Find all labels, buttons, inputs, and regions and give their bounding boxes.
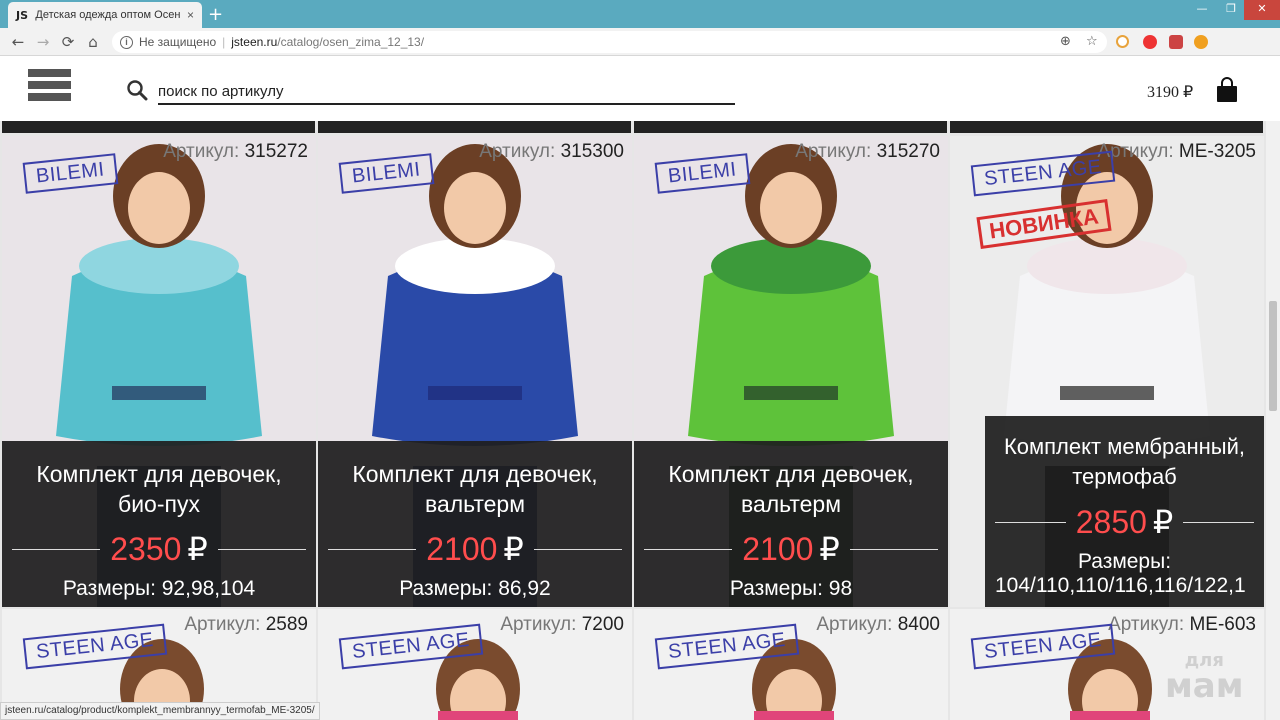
reload-button[interactable]: ⟳ bbox=[58, 32, 78, 52]
prev-card-edge bbox=[2, 121, 315, 133]
product-info-overlay: Комплект для девочек, вальтерм 2100 ₽ Разм… bbox=[318, 441, 632, 607]
product-card[interactable]: Артикул: 315300 BILEMI Комплект для дево… bbox=[318, 136, 632, 607]
product-sku: Артикул: ME-3205 bbox=[1097, 141, 1256, 162]
scrollbar-thumb[interactable] bbox=[1269, 301, 1277, 411]
product-sku: Артикул: 7200 bbox=[500, 614, 624, 635]
prev-card-edge bbox=[634, 121, 947, 133]
extension-icon[interactable] bbox=[1194, 35, 1208, 49]
product-sku: Артикул: 315270 bbox=[795, 141, 940, 162]
prev-card-edge bbox=[950, 121, 1263, 133]
product-name: Комплект для девочек, вальтерм bbox=[668, 461, 914, 517]
window-close-button[interactable]: ✕ bbox=[1244, 0, 1280, 20]
product-price: 2100 ₽ bbox=[742, 531, 840, 567]
url-host: jsteen.ru bbox=[231, 35, 278, 49]
product-sizes: Размеры: 104/110,110/116,116/122,1 bbox=[995, 550, 1246, 597]
prev-card-edge bbox=[318, 121, 631, 133]
status-bar-url: jsteen.ru/catalog/product/komplekt_membr… bbox=[0, 702, 320, 720]
back-button[interactable]: ← bbox=[8, 32, 28, 52]
page-scrollbar[interactable] bbox=[1266, 121, 1280, 720]
product-price: 2350 ₽ bbox=[110, 531, 208, 567]
tab-close-icon[interactable]: × bbox=[187, 8, 194, 22]
product-info-overlay: Комплект для девочек, био-пух 2350 ₽ Разме… bbox=[2, 441, 316, 607]
window-minimize-button[interactable]: — bbox=[1187, 0, 1217, 20]
address-bar[interactable]: i Не защищено | jsteen.ru /catalog/osen_… bbox=[112, 31, 1107, 53]
zoom-icon[interactable]: ⊕ bbox=[1060, 34, 1071, 49]
product-card[interactable]: Артикул: 315270 BILEMI Комплект для дево… bbox=[634, 136, 948, 607]
product-card[interactable]: Артикул: 8400 STEEN AGE bbox=[634, 609, 948, 720]
product-sku: Артикул: ME-603 bbox=[1108, 614, 1256, 635]
sku-search-input[interactable] bbox=[158, 79, 735, 105]
product-info-overlay: Комплект для девочек, вальтерм 2100 ₽ Разм… bbox=[634, 441, 948, 607]
price-row: 2100 ₽ bbox=[318, 527, 632, 571]
forward-button[interactable]: → bbox=[33, 32, 53, 52]
extension-bike-icon[interactable] bbox=[1116, 35, 1129, 48]
yandex-extension-icon[interactable] bbox=[1143, 35, 1157, 49]
product-sku: Артикул: 2589 bbox=[184, 614, 308, 635]
product-info-overlay: Комплект мембранный, термофаб 2850 ₽ Разме… bbox=[985, 416, 1264, 607]
product-card[interactable]: Артикул: 7200 STEEN AGE bbox=[318, 609, 632, 720]
product-sku: Артикул: 8400 bbox=[816, 614, 940, 635]
new-tab-button[interactable]: + bbox=[208, 4, 223, 25]
url-path: /catalog/osen_zima_12_13/ bbox=[277, 35, 425, 49]
hamburger-menu-icon[interactable] bbox=[28, 69, 71, 109]
info-icon[interactable]: i bbox=[120, 35, 133, 49]
browser-titlebar: JS Детская одежда оптом Осень-З × + — ❐ … bbox=[0, 0, 1280, 28]
security-label: Не защищено bbox=[139, 35, 217, 49]
product-sizes: Размеры: 92,98,104 bbox=[62, 577, 256, 600]
product-grid: Артикул: 315272 BILEMI Комплект для дево… bbox=[0, 121, 1266, 720]
product-card[interactable]: Артикул: ME-3205 STEEN AGE НОВИНКА Компл… bbox=[950, 136, 1264, 607]
site-favicon: JS bbox=[16, 8, 29, 22]
product-name: Комплект для девочек, био-пух bbox=[36, 461, 282, 517]
product-sizes: Размеры: 98 bbox=[729, 577, 853, 600]
product-name: Комплект мембранный, термофаб bbox=[1003, 434, 1246, 489]
site-header: 3190 ₽ bbox=[0, 57, 1280, 121]
pdf-extension-icon[interactable] bbox=[1169, 35, 1183, 49]
product-sku: Артикул: 315300 bbox=[479, 141, 624, 162]
watermark-logo: для мам bbox=[1165, 650, 1244, 706]
tab-title: Детская одежда оптом Осень-З bbox=[35, 9, 181, 21]
price-row: 2350 ₽ bbox=[2, 527, 316, 571]
window-maximize-button[interactable]: ❐ bbox=[1216, 0, 1246, 20]
product-sku: Артикул: 315272 bbox=[163, 141, 308, 162]
browser-toolbar: ← → ⟳ ⌂ i Не защищено | jsteen.ru /catal… bbox=[0, 28, 1280, 76]
bookmark-star-icon[interactable]: ☆ bbox=[1086, 34, 1098, 49]
product-price: 2850 ₽ bbox=[1075, 504, 1174, 540]
price-row: 2100 ₽ bbox=[634, 527, 948, 571]
search-icon[interactable] bbox=[126, 79, 148, 101]
browser-tab[interactable]: JS Детская одежда оптом Осень-З × bbox=[8, 2, 202, 28]
url-separator: | bbox=[222, 35, 226, 49]
cart-total[interactable]: 3190 ₽ bbox=[1147, 82, 1193, 102]
product-price: 2100 ₽ bbox=[426, 531, 524, 567]
shopping-bag-icon[interactable] bbox=[1215, 77, 1239, 103]
product-card[interactable]: Артикул: 315272 BILEMI Комплект для дево… bbox=[2, 136, 316, 607]
price-row: 2850 ₽ bbox=[985, 500, 1264, 544]
home-button[interactable]: ⌂ bbox=[83, 32, 103, 52]
product-name: Комплект для девочек, вальтерм bbox=[352, 461, 598, 517]
product-sizes: Размеры: 86,92 bbox=[399, 577, 551, 600]
